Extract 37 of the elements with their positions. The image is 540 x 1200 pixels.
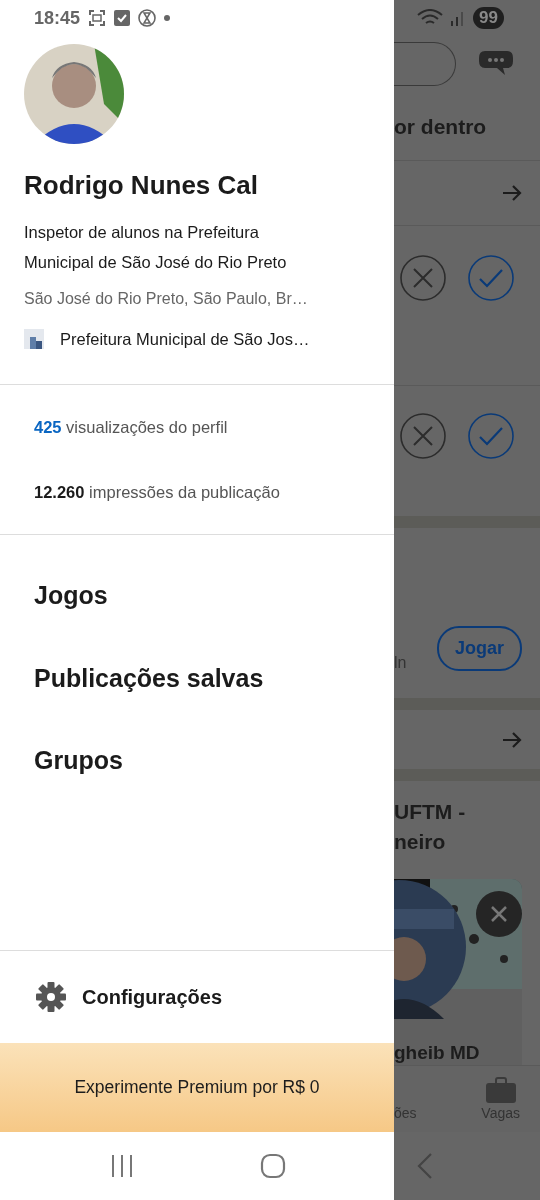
wifi-icon	[417, 9, 444, 27]
profile-name: Rodrigo Nunes Cal	[24, 169, 259, 202]
accept-button[interactable]	[468, 255, 514, 301]
battery-level: 99	[473, 7, 504, 29]
recent-apps-icon[interactable]	[110, 1153, 134, 1179]
settings-icon	[36, 982, 66, 1012]
premium-banner[interactable]: Experimente Premium por R$ 0	[0, 1043, 394, 1132]
profile-location: São José do Rio Preto, São Paulo, Br…	[24, 289, 309, 309]
post-title-line: UFTM -	[394, 799, 467, 825]
accept-button[interactable]	[468, 413, 514, 459]
settings-item[interactable]: Configurações	[0, 951, 394, 1043]
screenshot-icon	[88, 9, 107, 27]
dot-icon	[164, 15, 171, 21]
briefcase-icon	[485, 1077, 516, 1103]
menu-item[interactable]: Publicações salvas	[34, 659, 394, 698]
stat-line[interactable]: 12.260 impressões da publicação	[34, 479, 394, 505]
close-button[interactable]	[476, 891, 522, 937]
arrow-right-icon[interactable]	[502, 730, 522, 749]
decline-button[interactable]	[400, 413, 446, 459]
menu-item[interactable]: Jogos	[34, 577, 394, 615]
post-title-line: neiro	[394, 829, 447, 855]
back-icon[interactable]	[416, 1152, 434, 1180]
company-logo-icon	[24, 329, 44, 350]
decline-button[interactable]	[400, 255, 446, 301]
menu-item[interactable]: Grupos	[34, 742, 394, 780]
status-time: 18:45	[34, 6, 81, 30]
profile-headline: Inspetor de alunos na Prefeitura Municipal de São José do Rio Preto	[24, 222, 288, 273]
home-icon[interactable]	[260, 1153, 286, 1179]
arrow-right-icon[interactable]	[502, 184, 522, 202]
stat-line[interactable]: 425 visualizações do perfil	[34, 414, 394, 440]
section-heading: or dentro	[394, 114, 488, 140]
card-name: gheib MD	[394, 1041, 480, 1065]
checkbox-icon	[114, 10, 131, 26]
signal-icon	[451, 10, 466, 26]
timer-icon	[138, 9, 157, 27]
company-name[interactable]: Prefeitura Municipal de São Jos…	[60, 327, 310, 352]
settings-label: Configurações	[82, 985, 223, 1010]
